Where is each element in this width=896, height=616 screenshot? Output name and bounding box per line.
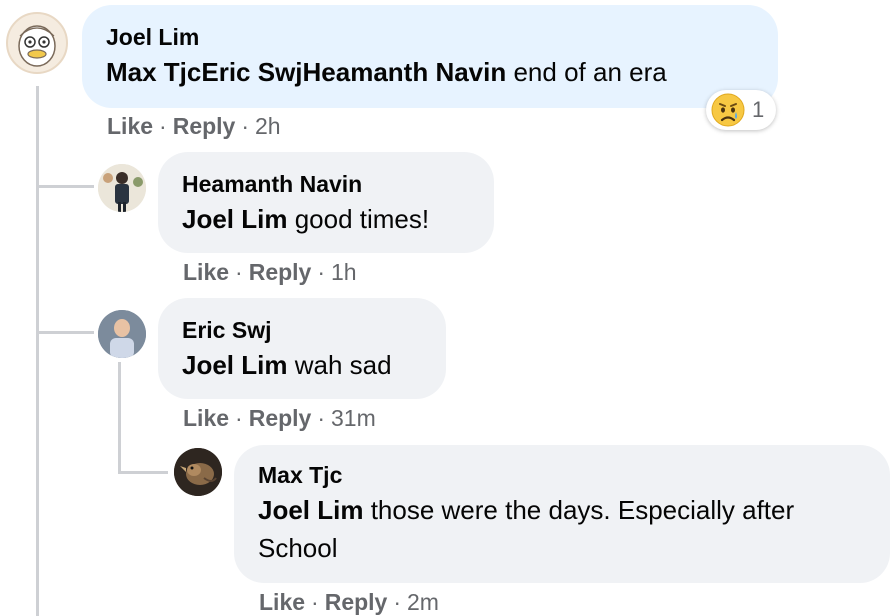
comment-mentions[interactable]: Joel Lim [258, 495, 363, 525]
comment-timestamp[interactable]: 2m [407, 589, 439, 615]
comment-text: Joel Lim those were the days. Especially… [258, 491, 838, 567]
separator: · [317, 259, 326, 285]
separator: · [235, 405, 243, 431]
sad-face-icon [711, 93, 745, 127]
duck-cartoon-icon [18, 25, 56, 67]
thread-line-branch-2 [36, 331, 94, 334]
thread-line-branch-1 [36, 185, 94, 188]
reply-button[interactable]: Reply [249, 259, 312, 285]
comment-author[interactable]: Heamanth Navin [182, 170, 470, 198]
separator: · [393, 589, 402, 615]
comment-mentions[interactable]: Joel Lim [182, 350, 287, 380]
like-button[interactable]: Like [183, 259, 229, 285]
comment-text: Max TjcEric SwjHeamanth Navin end of an … [106, 53, 754, 91]
thread-line-main [36, 86, 39, 616]
comment-body: wah sad [287, 350, 392, 380]
separator: · [311, 589, 319, 615]
separator: · [317, 405, 326, 431]
comment-bubble-eric-swj: Eric Swj Joel Lim wah sad [158, 298, 446, 399]
comment-timestamp[interactable]: 31m [331, 405, 376, 431]
comment-body: end of an era [506, 57, 667, 87]
reply-button[interactable]: Reply [325, 589, 388, 615]
avatar-eric-swj[interactable] [98, 310, 146, 358]
comment-timestamp[interactable]: 2h [255, 113, 281, 139]
avatar-joel-lim[interactable] [6, 12, 68, 74]
comment-author[interactable]: Eric Swj [182, 316, 422, 344]
comment-actions: Like · Reply · 1h [183, 259, 357, 286]
comment-actions: Like · Reply · 2h [107, 113, 281, 140]
avatar-heamanth-navin[interactable] [98, 164, 146, 212]
comment-author[interactable]: Max Tjc [258, 461, 866, 489]
person-photo-icon [98, 310, 146, 358]
comment-actions: Like · Reply · 2m [259, 589, 439, 616]
like-button[interactable]: Like [107, 113, 153, 139]
comment-bubble-max-tjc: Max Tjc Joel Lim those were the days. Es… [234, 445, 890, 583]
comment-text: Joel Lim wah sad [182, 346, 422, 384]
comment-author[interactable]: Joel Lim [106, 23, 754, 51]
separator: · [241, 113, 250, 139]
person-photo-icon [98, 164, 146, 212]
avatar-max-tjc[interactable] [174, 448, 222, 496]
comment-bubble-heamanth-navin: Heamanth Navin Joel Lim good times! [158, 152, 494, 253]
thread-line-sub [118, 362, 121, 472]
reply-button[interactable]: Reply [173, 113, 236, 139]
comment-body: good times! [287, 204, 430, 234]
comment-text: Joel Lim good times! [182, 200, 470, 238]
separator: · [235, 259, 243, 285]
reaction-badge[interactable]: 1 [706, 90, 776, 130]
bird-photo-icon [174, 448, 222, 496]
comment-mentions[interactable]: Joel Lim [182, 204, 287, 234]
reaction-count: 1 [752, 97, 765, 122]
comment-mentions[interactable]: Max TjcEric SwjHeamanth Navin [106, 57, 506, 87]
thread-line-branch-3 [118, 471, 168, 474]
separator: · [159, 113, 167, 139]
comment-bubble-joel-lim: Joel Lim Max TjcEric SwjHeamanth Navin e… [82, 5, 778, 108]
like-button[interactable]: Like [183, 405, 229, 431]
comment-timestamp[interactable]: 1h [331, 259, 357, 285]
reply-button[interactable]: Reply [249, 405, 312, 431]
like-button[interactable]: Like [259, 589, 305, 615]
comment-actions: Like · Reply · 31m [183, 405, 376, 432]
